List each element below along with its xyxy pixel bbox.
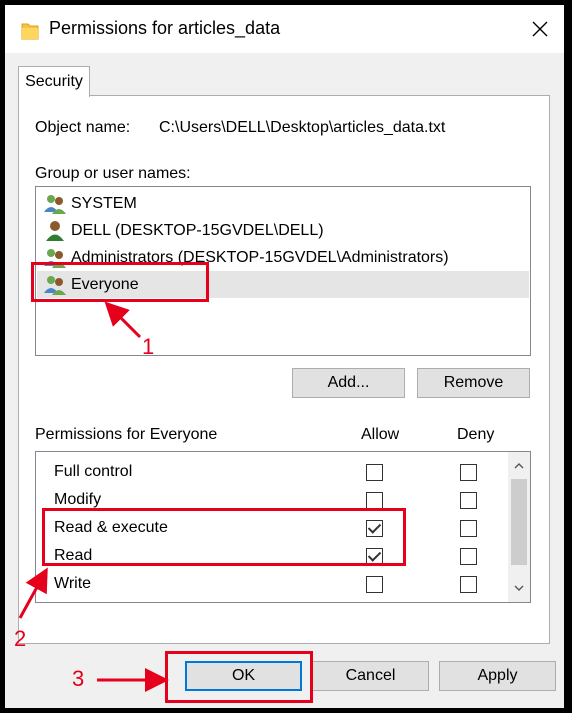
annotation-step-1: 1 <box>142 334 155 359</box>
arrow-step-1 <box>104 301 142 339</box>
annotation-step-2: 2 <box>14 626 27 651</box>
annotation-step-3: 3 <box>72 666 85 691</box>
tab-security[interactable]: Security <box>18 66 90 97</box>
annotation-arrows <box>18 301 169 692</box>
arrow-step-2 <box>18 567 48 619</box>
